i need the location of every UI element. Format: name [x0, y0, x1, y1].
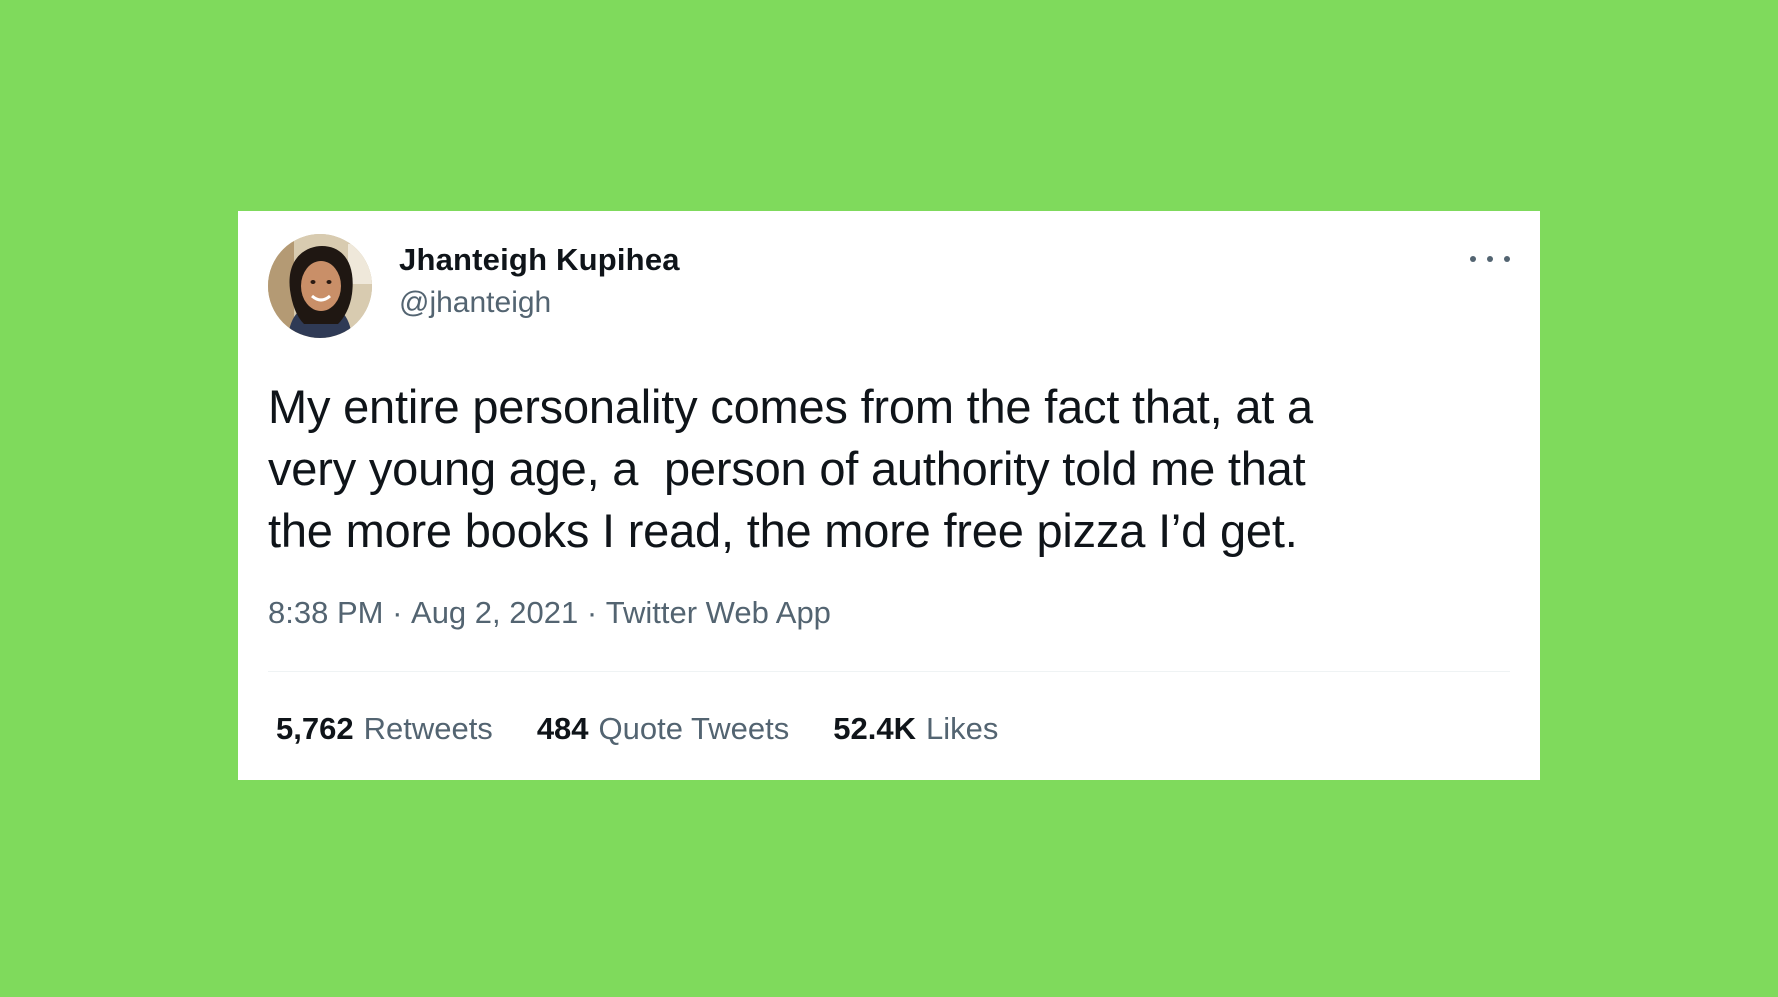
ellipsis-icon-dot	[1487, 256, 1493, 262]
meta-separator: ·	[383, 595, 412, 630]
likes-label: Likes	[926, 711, 999, 746]
ellipsis-icon-dot	[1470, 256, 1476, 262]
profile-photo-icon	[268, 234, 372, 338]
quote-tweets-label: Quote Tweets	[598, 711, 790, 746]
quote-tweets-count: 484	[536, 711, 589, 746]
tweet-date[interactable]: Aug 2, 2021	[411, 595, 578, 631]
likes-count: 52.4K	[833, 711, 916, 746]
avatar[interactable]	[268, 234, 372, 338]
divider	[268, 671, 1510, 672]
retweets-count: 5,762	[276, 711, 354, 746]
retweets-label: Retweets	[363, 711, 493, 746]
tweet-text: My entire personality comes from the fac…	[268, 380, 1313, 557]
more-options-button[interactable]	[1470, 251, 1510, 267]
tweet-metadata: 8:38 PM · Aug 2, 2021 · Twitter Web App	[268, 595, 831, 631]
retweets-stat[interactable]: 5,762 Retweets	[276, 711, 493, 747]
tweet-source[interactable]: Twitter Web App	[606, 595, 831, 631]
tweet-stats: 5,762 Retweets 484 Quote Tweets 52.4K Li…	[276, 711, 998, 747]
ellipsis-icon-dot	[1504, 256, 1510, 262]
author-handle[interactable]: @jhanteigh	[399, 286, 551, 320]
likes-stat[interactable]: 52.4K Likes	[833, 711, 998, 747]
quote-tweets-stat[interactable]: 484 Quote Tweets	[537, 711, 789, 747]
author-display-name[interactable]: Jhanteigh Kupihea	[399, 242, 680, 278]
tweet-time[interactable]: 8:38 PM	[268, 595, 383, 631]
tweet-card: Jhanteigh Kupihea @jhanteigh My entire p…	[238, 211, 1540, 780]
meta-separator: ·	[578, 595, 606, 630]
